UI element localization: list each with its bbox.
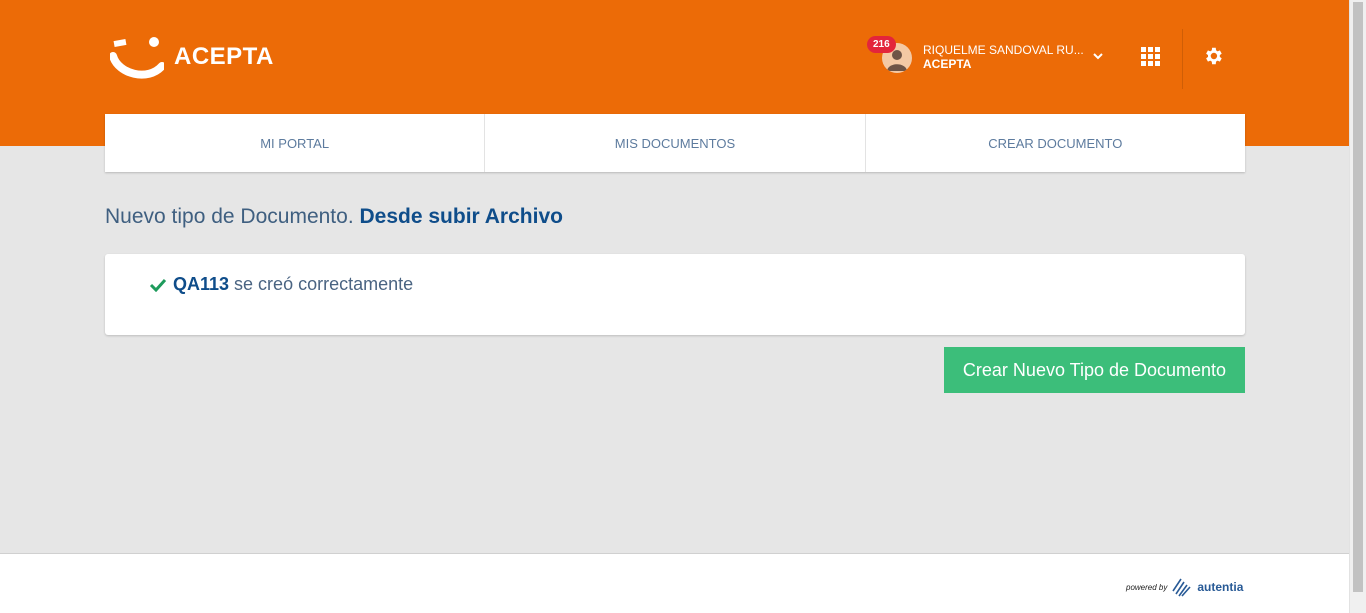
- powered-by-text: powered by: [1126, 582, 1168, 592]
- user-org: ACEPTA: [923, 57, 972, 71]
- tab-crear-documento[interactable]: CREAR DOCUMENTO: [866, 114, 1245, 172]
- document-code: QA113: [173, 274, 230, 294]
- autentia-logo-icon: [1172, 578, 1191, 597]
- chevron-down-icon[interactable]: [1092, 50, 1104, 62]
- footer: powered by autentia: [0, 553, 1349, 613]
- tab-mis-documentos[interactable]: MIS DOCUMENTOS: [485, 114, 866, 172]
- tab-mi-portal[interactable]: MI PORTAL: [105, 114, 486, 172]
- page-title: Nuevo tipo de Documento. Desde subir Arc…: [105, 205, 563, 229]
- page-title-prefix: Nuevo tipo de Documento.: [105, 205, 354, 228]
- page-title-strong: Desde subir Archivo: [359, 205, 563, 228]
- autentia-text: autentia: [1197, 580, 1244, 594]
- notification-badge[interactable]: 216: [867, 36, 896, 53]
- powered-by-autentia[interactable]: powered by autentia: [1126, 577, 1243, 597]
- header-divider: [1182, 29, 1183, 89]
- acepta-logo[interactable]: ACEPTA: [110, 34, 274, 80]
- success-message: QA113 se creó correctamente: [149, 274, 413, 295]
- main-nav: MI PORTAL MIS DOCUMENTOS CREAR DOCUMENTO: [105, 114, 1245, 172]
- scrollbar-thumb[interactable]: [1353, 2, 1363, 592]
- vertical-scrollbar[interactable]: [1349, 0, 1366, 613]
- check-icon: [149, 278, 167, 292]
- brand-name: ACEPTA: [174, 43, 274, 70]
- gear-icon[interactable]: [1202, 45, 1224, 67]
- acepta-logo-icon: [110, 37, 164, 79]
- create-new-doc-type-button[interactable]: Crear Nuevo Tipo de Documento: [944, 347, 1245, 393]
- apps-grid-icon[interactable]: [1141, 47, 1161, 67]
- success-text: se creó correctamente: [234, 274, 414, 294]
- user-name: RIQUELME SANDOVAL RU...: [923, 43, 1084, 57]
- success-message-card: QA113 se creó correctamente: [105, 254, 1245, 335]
- user-menu[interactable]: 216 RIQUELME SANDOVAL RU... ACEPTA: [866, 36, 1116, 76]
